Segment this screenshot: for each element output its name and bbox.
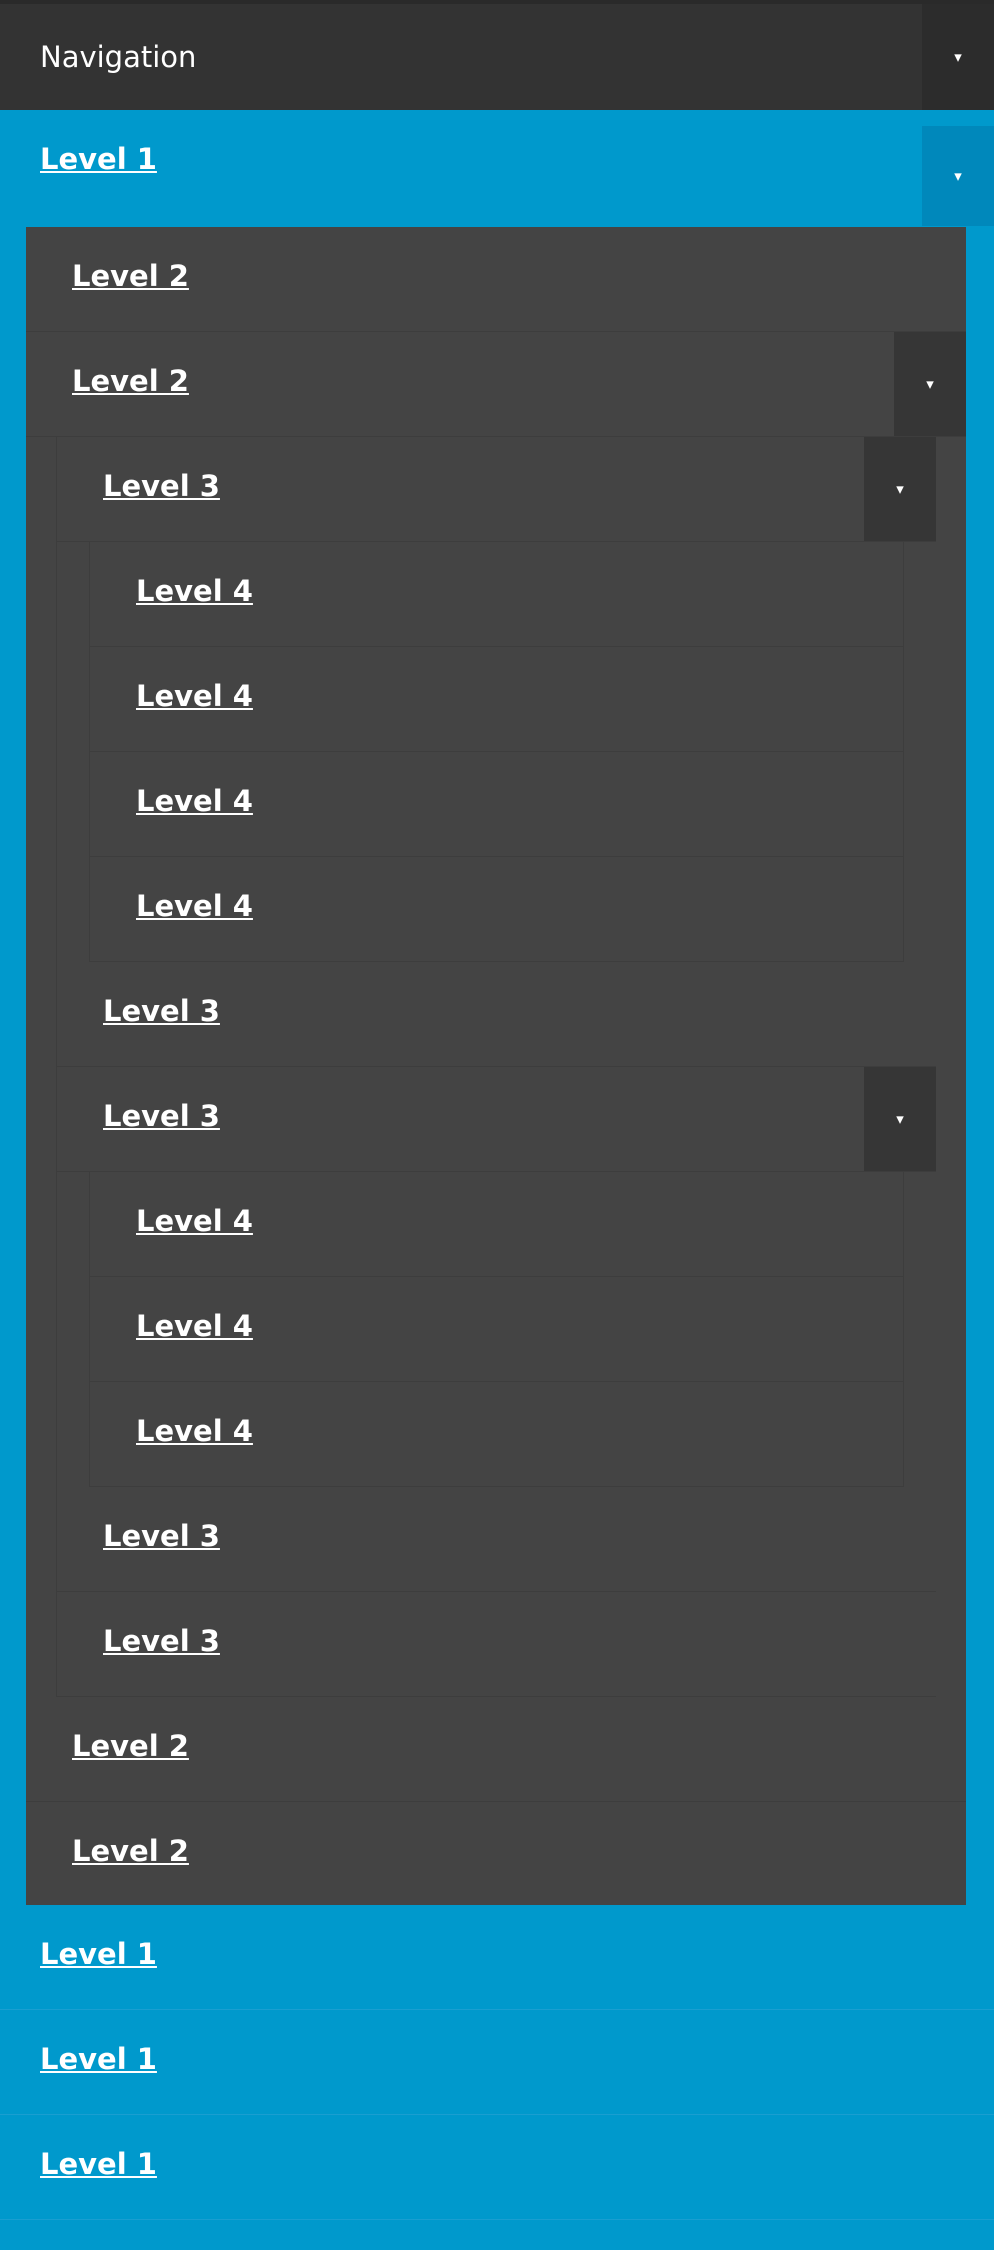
level2-item-4: Level 2 bbox=[26, 1802, 966, 1907]
level1-toggle-icon[interactable]: ▾ bbox=[922, 126, 994, 226]
level3-toggle-icon[interactable]: ▾ bbox=[864, 437, 936, 541]
level1-item-2: Level 1 bbox=[0, 1905, 994, 2010]
level3-item-5: Level 3 bbox=[57, 1592, 936, 1697]
level4-item: Level 4 bbox=[90, 752, 903, 857]
navigation-title: Navigation bbox=[40, 40, 197, 74]
level3-item-4: Level 3 bbox=[57, 1487, 936, 1592]
level4-submenu-a: Level 4 Level 4 Level 4 Level 4 bbox=[89, 542, 904, 962]
level3-item-3: Level 3 ▾ bbox=[57, 1067, 936, 1172]
level2-item-2: Level 2 ▾ bbox=[26, 332, 966, 437]
navigation-toggle-icon[interactable]: ▾ bbox=[922, 4, 994, 110]
level4-link[interactable]: Level 4 bbox=[136, 889, 253, 923]
level4-link[interactable]: Level 4 bbox=[136, 784, 253, 818]
level4-item: Level 4 bbox=[90, 1172, 903, 1277]
level3-toggle-icon[interactable]: ▾ bbox=[864, 1067, 936, 1171]
level1-list-bottom: Level 1 Level 1 Level 1 bbox=[0, 1905, 994, 2220]
level4-item: Level 4 bbox=[90, 1382, 903, 1487]
level3-item-1: Level 3 ▾ bbox=[57, 437, 936, 542]
level1-item-1: Level 1 ▾ bbox=[0, 110, 994, 227]
level4-item: Level 4 bbox=[90, 1277, 903, 1382]
level1-link-3[interactable]: Level 1 bbox=[40, 2042, 157, 2076]
level4-link[interactable]: Level 4 bbox=[136, 574, 253, 608]
level2-toggle-icon[interactable]: ▾ bbox=[894, 332, 966, 436]
level4-link[interactable]: Level 4 bbox=[136, 679, 253, 713]
level4-link[interactable]: Level 4 bbox=[136, 1204, 253, 1238]
level4-submenu-b: Level 4 Level 4 Level 4 bbox=[89, 1172, 904, 1487]
level3-link-2[interactable]: Level 3 bbox=[103, 994, 220, 1028]
level2-link-3[interactable]: Level 2 bbox=[72, 1729, 189, 1763]
level4-link[interactable]: Level 4 bbox=[136, 1309, 253, 1343]
level1-link-1[interactable]: Level 1 bbox=[40, 142, 157, 176]
level2-item-1: Level 2 bbox=[26, 227, 966, 332]
level3-link-3[interactable]: Level 3 bbox=[103, 1099, 220, 1133]
level1-link-2[interactable]: Level 1 bbox=[40, 1937, 157, 1971]
level4-link[interactable]: Level 4 bbox=[136, 1414, 253, 1448]
level2-link-1[interactable]: Level 2 bbox=[72, 259, 189, 293]
level3-link-4[interactable]: Level 3 bbox=[103, 1519, 220, 1553]
level4-item: Level 4 bbox=[90, 857, 903, 962]
level2-link-4[interactable]: Level 2 bbox=[72, 1834, 189, 1868]
level2-item-3: Level 2 bbox=[26, 1697, 966, 1802]
level4-item: Level 4 bbox=[90, 647, 903, 752]
level3-link-5[interactable]: Level 3 bbox=[103, 1624, 220, 1658]
level3-submenu: Level 3 ▾ Level 4 Level 4 Level 4 Level … bbox=[56, 437, 936, 1697]
level1-link-4[interactable]: Level 1 bbox=[40, 2147, 157, 2181]
level2-link-2[interactable]: Level 2 bbox=[72, 364, 189, 398]
level4-item: Level 4 bbox=[90, 542, 903, 647]
level1-item-4: Level 1 bbox=[0, 2115, 994, 2220]
level3-link-1[interactable]: Level 3 bbox=[103, 469, 220, 503]
level2-submenu: Level 2 Level 2 ▾ Level 3 ▾ Level 4 Leve… bbox=[26, 227, 966, 1907]
level3-item-2: Level 3 bbox=[57, 962, 936, 1067]
level1-item-3: Level 1 bbox=[0, 2010, 994, 2115]
navigation-header: Navigation ▾ bbox=[0, 0, 994, 110]
